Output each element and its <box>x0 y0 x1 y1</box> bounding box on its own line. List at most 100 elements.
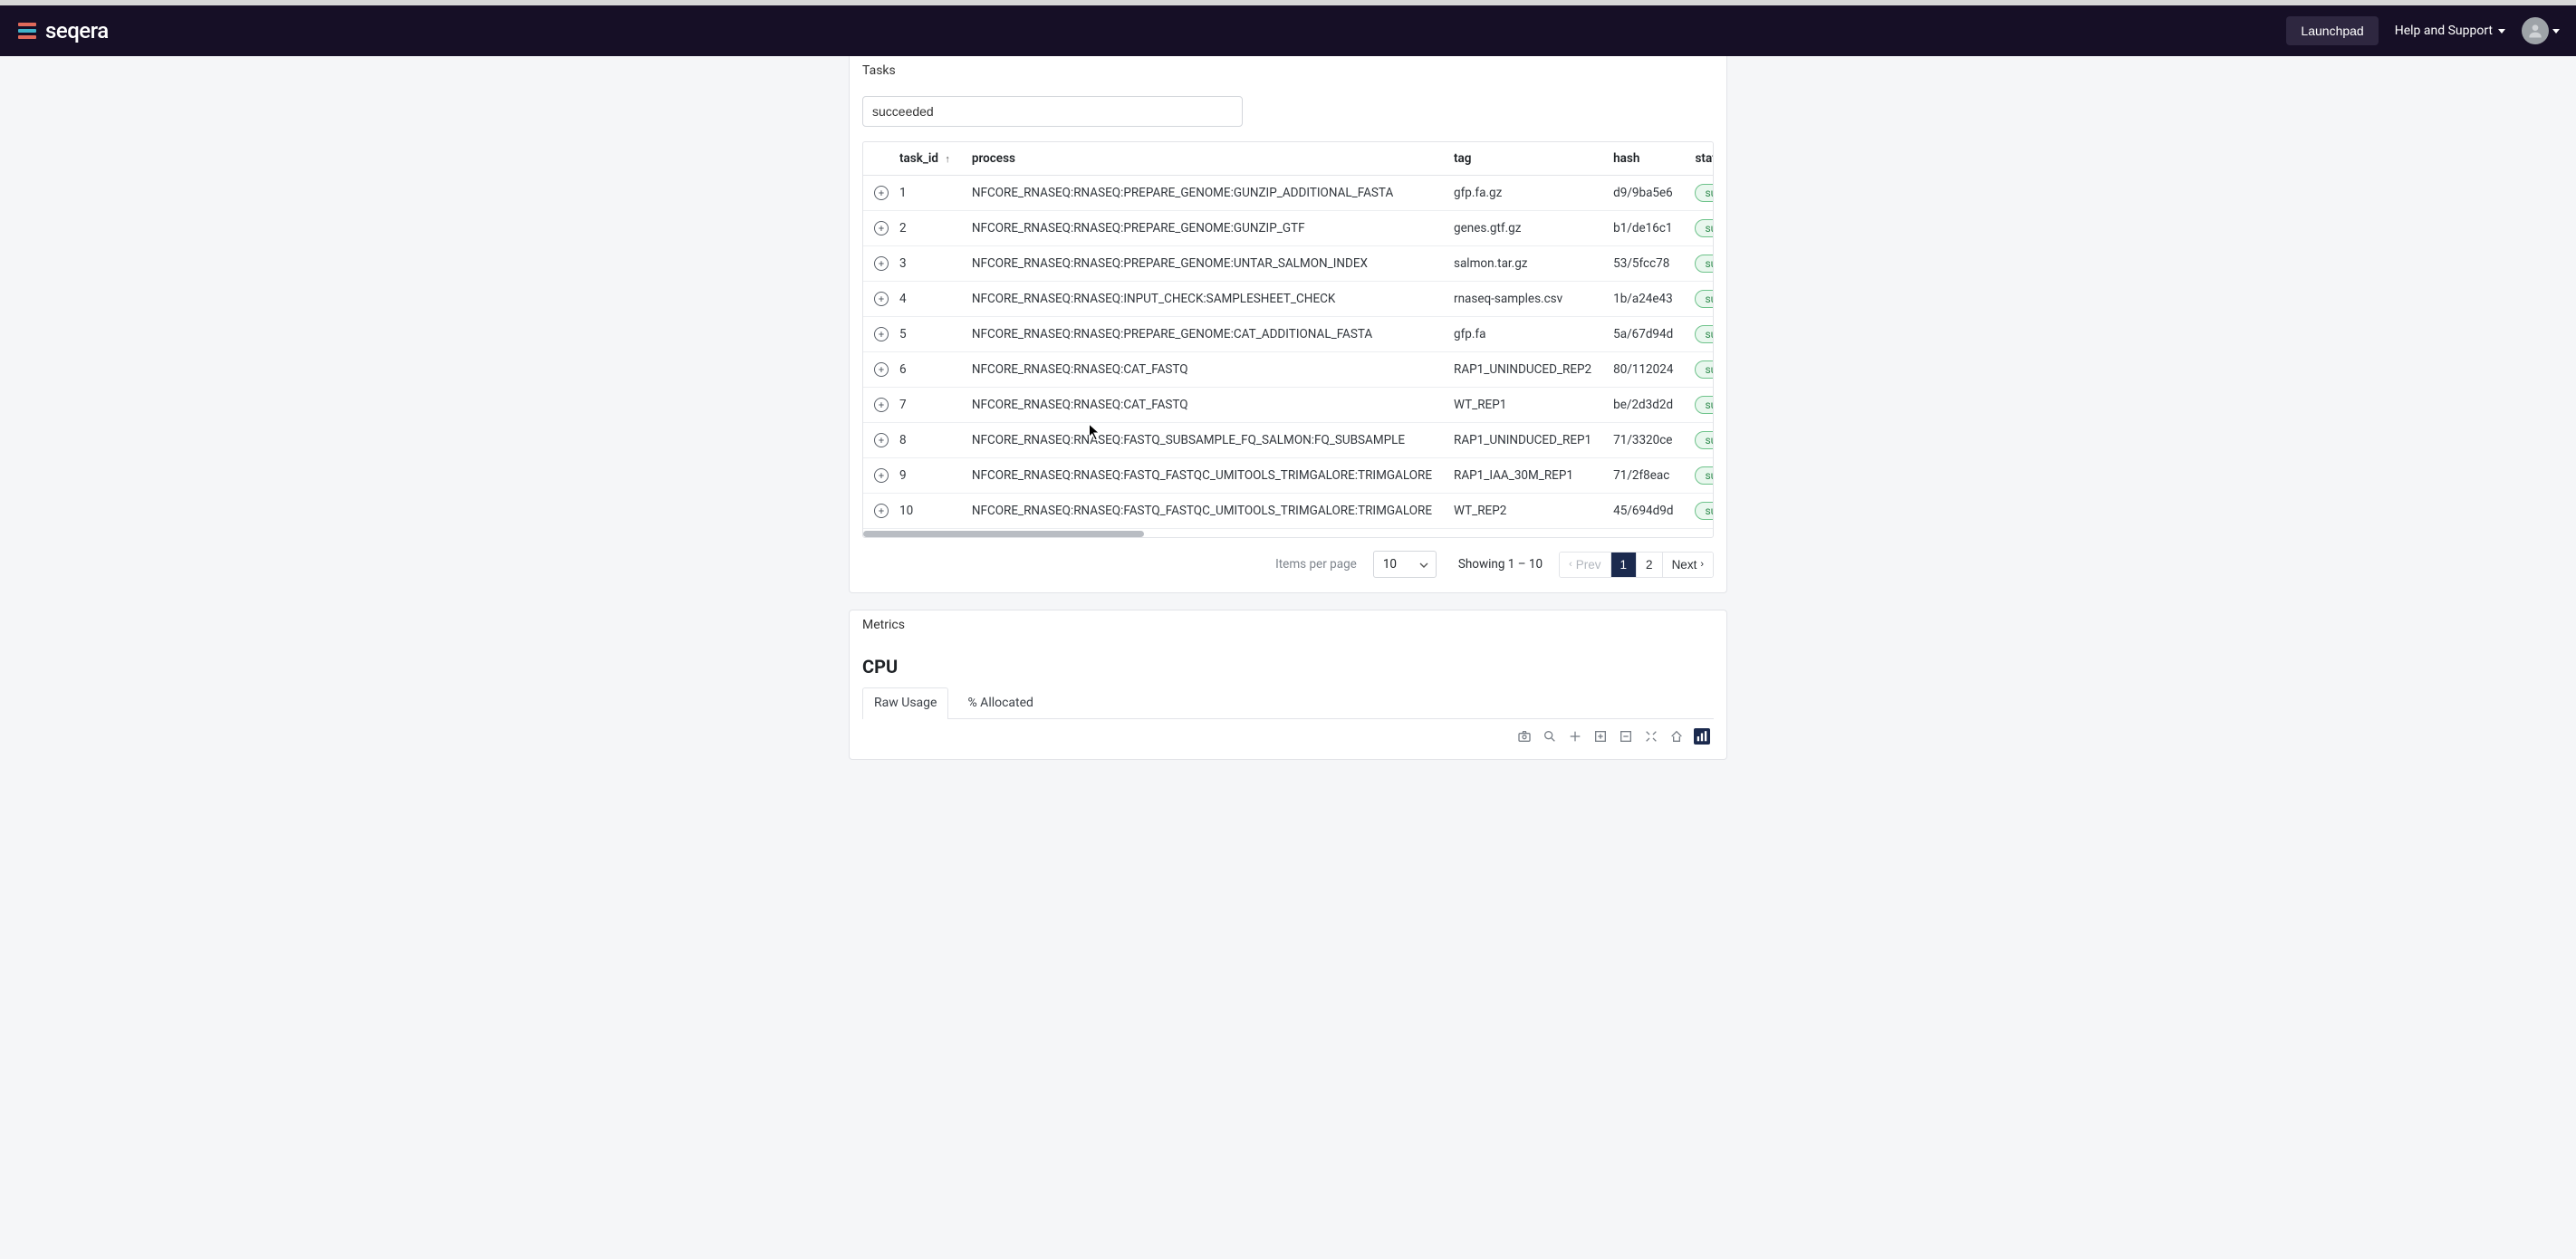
user-menu[interactable] <box>2522 17 2560 44</box>
status-badge: succeeded <box>1695 502 1714 520</box>
pagination: ‹ Prev 1 2 Next › <box>1559 552 1714 578</box>
metrics-panel: Metrics CPU Raw Usage % Allocated <box>849 610 1727 760</box>
expand-row-icon[interactable]: + <box>874 433 889 447</box>
col-header-status[interactable]: status <box>1684 142 1714 176</box>
chevron-down-icon <box>2552 29 2560 34</box>
status-badge: succeeded <box>1695 325 1714 343</box>
status-badge: succeeded <box>1695 396 1714 414</box>
cell-hash: 45/694d9d <box>1602 494 1684 529</box>
cell-task-id: 9 <box>889 458 961 494</box>
expand-row-icon[interactable]: + <box>874 256 889 271</box>
expand-row-icon[interactable]: + <box>874 362 889 377</box>
cell-tag: RAP1_UNINDUCED_REP1 <box>1443 423 1602 458</box>
expand-row-icon[interactable]: + <box>874 327 889 341</box>
zoom-out-icon[interactable] <box>1618 728 1634 745</box>
chevron-right-icon: › <box>1700 559 1704 570</box>
help-support-menu[interactable]: Help and Support <box>2395 24 2505 38</box>
cell-process: NFCORE_RNASEQ:RNASEQ:PREPARE_GENOME:CAT_… <box>961 317 1443 352</box>
expand-row-icon[interactable]: + <box>874 186 889 200</box>
cell-task-id: 5 <box>889 317 961 352</box>
cell-task-id: 8 <box>889 423 961 458</box>
metrics-panel-header: Metrics <box>850 610 1726 639</box>
table-header-row: task_id ↑ process tag hash status <box>863 142 1714 176</box>
tasks-table: task_id ↑ process tag hash status +1NFCO… <box>862 141 1714 538</box>
cell-tag: gfp.fa.gz <box>1443 176 1602 211</box>
status-badge: succeeded <box>1695 219 1714 237</box>
prev-button[interactable]: ‹ Prev <box>1560 553 1610 577</box>
cell-hash: 1b/a24e43 <box>1602 282 1684 317</box>
cell-process: NFCORE_RNASEQ:RNASEQ:FASTQ_SUBSAMPLE_FQ_… <box>961 423 1443 458</box>
launchpad-button[interactable]: Launchpad <box>2286 16 2378 45</box>
camera-icon[interactable] <box>1516 728 1533 745</box>
col-header-label: task_id <box>899 151 938 166</box>
cell-tag: gfp.fa <box>1443 317 1602 352</box>
scrollbar-thumb[interactable] <box>863 531 1144 537</box>
cell-hash: 80/112024 <box>1602 352 1684 388</box>
table-row[interactable]: +7NFCORE_RNASEQ:RNASEQ:CAT_FASTQWT_REP1b… <box>863 388 1714 423</box>
cell-task-id: 10 <box>889 494 961 529</box>
cell-tag: WT_REP2 <box>1443 494 1602 529</box>
tasks-panel-header: Tasks <box>850 56 1726 85</box>
cell-hash: be/2d3d2d <box>1602 388 1684 423</box>
cell-tag: WT_REP1 <box>1443 388 1602 423</box>
table-row[interactable]: +2NFCORE_RNASEQ:RNASEQ:PREPARE_GENOME:GU… <box>863 211 1714 246</box>
table-row[interactable]: +6NFCORE_RNASEQ:RNASEQ:CAT_FASTQRAP1_UNI… <box>863 352 1714 388</box>
metrics-tabs: Raw Usage % Allocated <box>862 687 1714 719</box>
status-badge: succeeded <box>1695 360 1714 379</box>
table-row[interactable]: +3NFCORE_RNASEQ:RNASEQ:PREPARE_GENOME:UN… <box>863 246 1714 282</box>
next-label: Next <box>1672 558 1697 572</box>
zoom-in-icon[interactable] <box>1592 728 1609 745</box>
items-per-page-select[interactable]: 10 <box>1373 551 1437 578</box>
reset-icon[interactable] <box>1668 728 1685 745</box>
chart-toolbar <box>862 719 1714 745</box>
cell-hash: b1/de16c1 <box>1602 211 1684 246</box>
expand-row-icon[interactable]: + <box>874 292 889 306</box>
cell-tag: genes.gtf.gz <box>1443 211 1602 246</box>
table-row[interactable]: +5NFCORE_RNASEQ:RNASEQ:PREPARE_GENOME:CA… <box>863 317 1714 352</box>
cell-process: NFCORE_RNASEQ:RNASEQ:PREPARE_GENOME:GUNZ… <box>961 176 1443 211</box>
cell-process: NFCORE_RNASEQ:RNASEQ:CAT_FASTQ <box>961 352 1443 388</box>
expand-row-icon[interactable]: + <box>874 504 889 518</box>
cell-task-id: 3 <box>889 246 961 282</box>
col-header-tag[interactable]: tag <box>1443 142 1602 176</box>
table-footer: Items per page 10 Showing 1 – 10 ‹ Prev … <box>862 551 1714 578</box>
page-1-button[interactable]: 1 <box>1611 553 1638 577</box>
cell-process: NFCORE_RNASEQ:RNASEQ:FASTQ_FASTQC_UMITOO… <box>961 494 1443 529</box>
table-row[interactable]: +4NFCORE_RNASEQ:RNASEQ:INPUT_CHECK:SAMPL… <box>863 282 1714 317</box>
pan-icon[interactable] <box>1567 728 1583 745</box>
col-header-process[interactable]: process <box>961 142 1443 176</box>
cell-tag: RAP1_UNINDUCED_REP2 <box>1443 352 1602 388</box>
table-row[interactable]: +1NFCORE_RNASEQ:RNASEQ:PREPARE_GENOME:GU… <box>863 176 1714 211</box>
seqera-logo-icon <box>16 20 38 42</box>
tab-pct-allocated[interactable]: % Allocated <box>956 687 1045 719</box>
col-header-task-id[interactable]: task_id ↑ <box>889 142 961 176</box>
col-header-hash[interactable]: hash <box>1602 142 1684 176</box>
cell-hash: 5a/67d94d <box>1602 317 1684 352</box>
cell-process: NFCORE_RNASEQ:RNASEQ:PREPARE_GENOME:UNTA… <box>961 246 1443 282</box>
autoscale-icon[interactable] <box>1643 728 1659 745</box>
chart-type-icon[interactable] <box>1694 728 1710 745</box>
cell-task-id: 6 <box>889 352 961 388</box>
table-row[interactable]: +9NFCORE_RNASEQ:RNASEQ:FASTQ_FASTQC_UMIT… <box>863 458 1714 494</box>
zoom-icon[interactable] <box>1542 728 1558 745</box>
status-badge: succeeded <box>1695 466 1714 485</box>
status-badge: succeeded <box>1695 290 1714 308</box>
expand-row-icon[interactable]: + <box>874 398 889 412</box>
tasks-search-input[interactable] <box>862 96 1243 127</box>
cell-hash: d9/9ba5e6 <box>1602 176 1684 211</box>
expand-row-icon[interactable]: + <box>874 468 889 483</box>
cell-tag: RAP1_IAA_30M_REP1 <box>1443 458 1602 494</box>
metrics-cpu-title: CPU <box>862 656 1714 678</box>
next-button[interactable]: Next › <box>1663 553 1713 577</box>
tab-raw-usage[interactable]: Raw Usage <box>862 687 948 719</box>
horizontal-scrollbar[interactable] <box>863 528 1713 537</box>
help-support-label: Help and Support <box>2395 24 2493 38</box>
expand-row-icon[interactable]: + <box>874 221 889 235</box>
cell-task-id: 7 <box>889 388 961 423</box>
cell-process: NFCORE_RNASEQ:RNASEQ:PREPARE_GENOME:GUNZ… <box>961 211 1443 246</box>
page-2-button[interactable]: 2 <box>1637 553 1663 577</box>
table-row[interactable]: +10NFCORE_RNASEQ:RNASEQ:FASTQ_FASTQC_UMI… <box>863 494 1714 529</box>
table-row[interactable]: +8NFCORE_RNASEQ:RNASEQ:FASTQ_SUBSAMPLE_F… <box>863 423 1714 458</box>
avatar-icon <box>2522 17 2549 44</box>
status-badge: succeeded <box>1695 431 1714 449</box>
